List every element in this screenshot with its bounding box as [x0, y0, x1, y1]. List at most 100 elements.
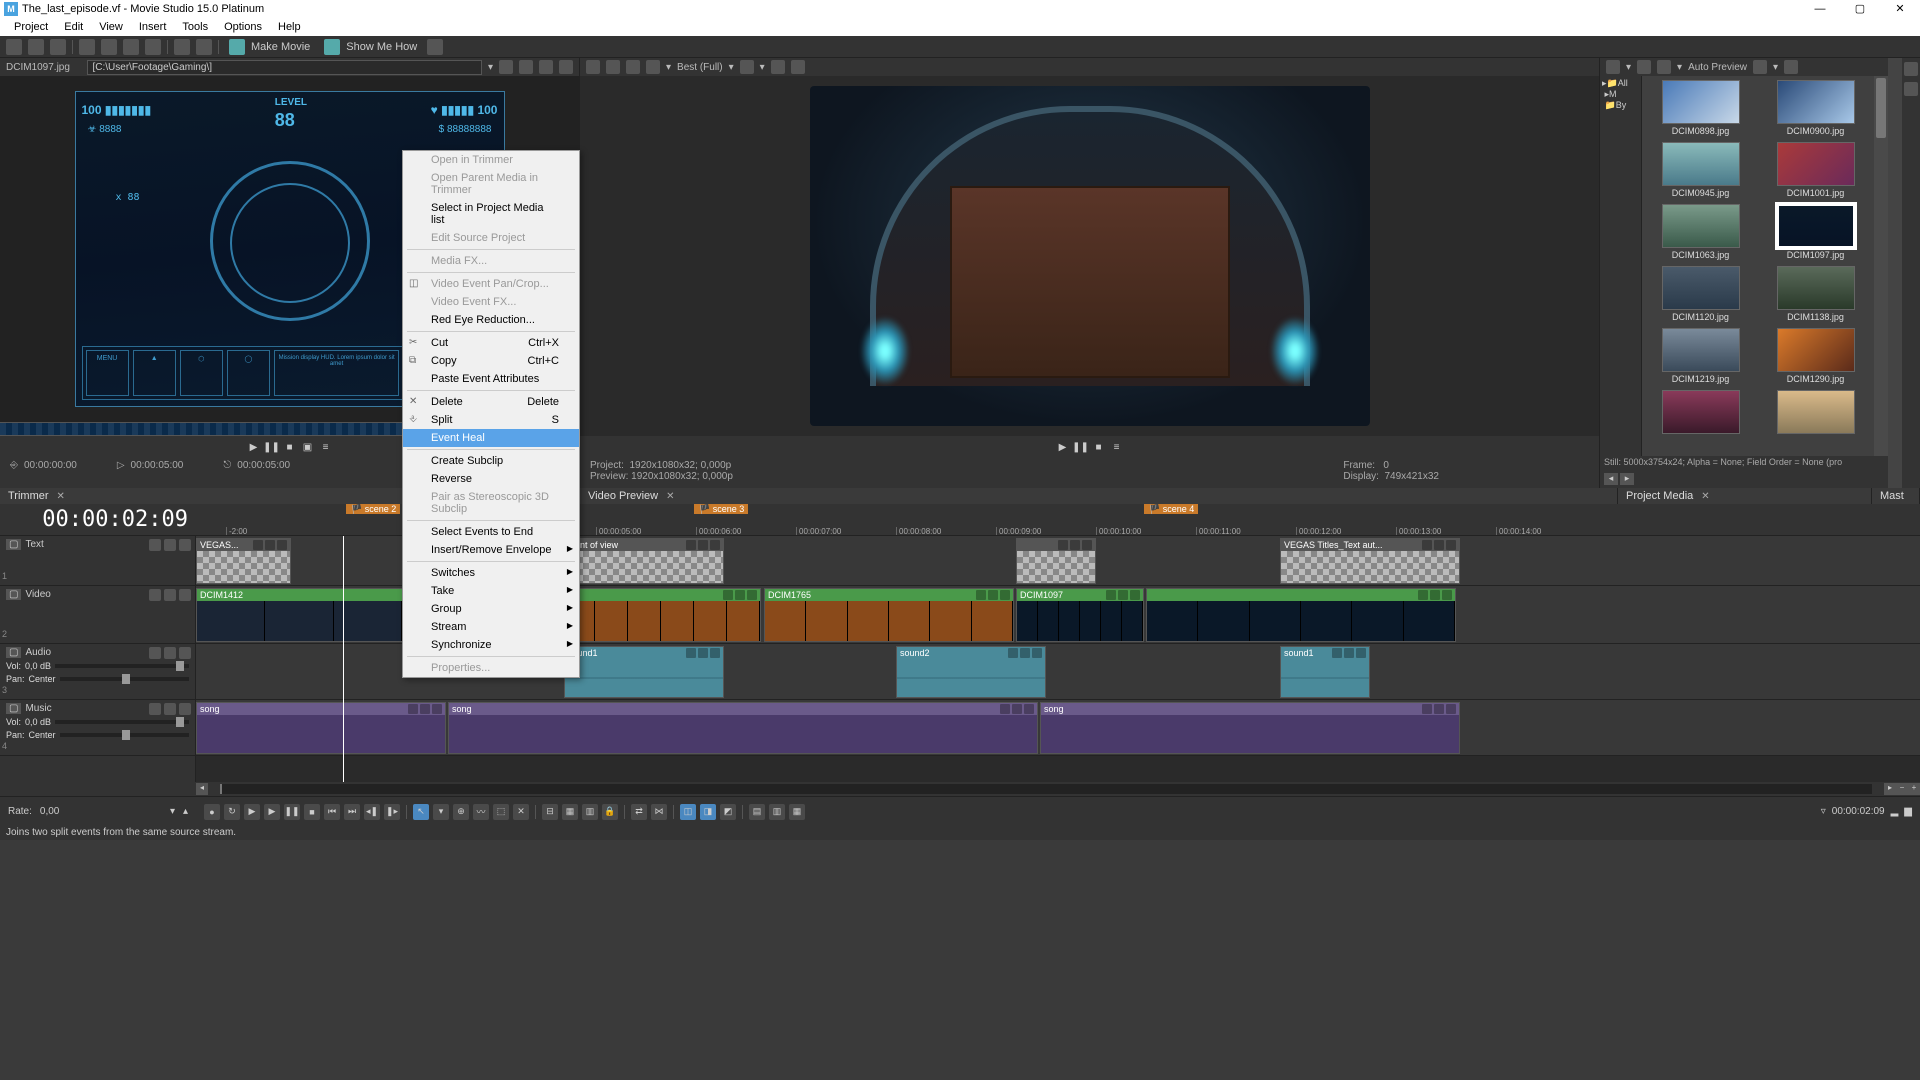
clip[interactable]: VEGAS Titles_Text aut...	[1280, 538, 1460, 584]
context-menu-item[interactable]: Select in Project Media list	[403, 199, 579, 229]
dropdown-icon[interactable]: ▾	[488, 62, 493, 73]
context-menu-item[interactable]: Stream▶	[403, 618, 579, 636]
context-menu-item[interactable]: Reverse	[403, 470, 579, 488]
solo-icon[interactable]	[179, 647, 191, 659]
mute-icon[interactable]	[164, 539, 176, 551]
media-item[interactable]: DCIM1120.jpg	[1646, 266, 1755, 322]
play-button[interactable]: ▶	[264, 804, 280, 820]
mode3-button[interactable]: ◩	[720, 804, 736, 820]
menu-insert[interactable]: Insert	[131, 21, 175, 33]
menu-button[interactable]: ≡	[319, 440, 333, 454]
play-button[interactable]: ▶	[247, 440, 261, 454]
media-item[interactable]: DCIM1219.jpg	[1646, 328, 1755, 384]
vp-settings-button[interactable]	[586, 60, 600, 74]
close-icon[interactable]: ✕	[1701, 491, 1709, 502]
clip[interactable]: song	[1040, 702, 1460, 754]
properties-button[interactable]	[79, 39, 95, 55]
menu-edit[interactable]: Edit	[56, 21, 91, 33]
record-button[interactable]: ●	[204, 804, 220, 820]
undo-button[interactable]	[174, 39, 190, 55]
envelope-tool[interactable]: 〰	[473, 804, 489, 820]
clip[interactable]: song	[448, 702, 1038, 754]
maximize-button[interactable]: ▢	[1840, 0, 1880, 18]
media-item[interactable]: DCIM1097.jpg	[1761, 204, 1870, 260]
cut-tool[interactable]: ✕	[513, 804, 529, 820]
menu-options[interactable]: Options	[216, 21, 270, 33]
context-menu-item[interactable]: Group▶	[403, 600, 579, 618]
media-item[interactable]	[1646, 390, 1755, 436]
track-header-audio[interactable]: ▢Audio Vol:0,0 dB Pan:Center 3	[0, 644, 195, 700]
fx-icon[interactable]	[149, 539, 161, 551]
vp-fx-button[interactable]	[626, 60, 640, 74]
mode1-button[interactable]: ◫	[680, 804, 696, 820]
media-item[interactable]: DCIM1290.jpg	[1761, 328, 1870, 384]
track-header-music[interactable]: ▢Music Vol:0,0 dB Pan:Center 4	[0, 700, 195, 756]
make-movie-button[interactable]: Make Movie	[225, 39, 314, 55]
vp-snapshot-button[interactable]	[791, 60, 805, 74]
menu-help[interactable]: Help	[270, 21, 309, 33]
media-prev-button[interactable]: ◂	[1604, 473, 1618, 485]
trimmer-pin-button[interactable]	[499, 60, 513, 74]
context-menu-item[interactable]: Red Eye Reduction...	[403, 311, 579, 329]
menu-tools[interactable]: Tools	[174, 21, 216, 33]
play-start-button[interactable]: ▶	[244, 804, 260, 820]
stop-button[interactable]: ■	[283, 440, 297, 454]
new-project-button[interactable]	[6, 39, 22, 55]
clip[interactable]: sound1	[564, 646, 724, 698]
context-menu-item[interactable]: ⎀SplitS	[403, 411, 579, 429]
vp-menu-button[interactable]: ≡	[1110, 440, 1124, 454]
context-menu-item[interactable]: ⧉CopyCtrl+C	[403, 352, 579, 370]
zoom-tool[interactable]: ⊕	[453, 804, 469, 820]
trimmer-more-button[interactable]	[559, 60, 573, 74]
fx-icon[interactable]	[149, 647, 161, 659]
clip[interactable]: sound2	[896, 646, 1046, 698]
solo-icon[interactable]	[179, 589, 191, 601]
media-remove-button[interactable]	[1637, 60, 1651, 74]
selection-tool[interactable]: ⬚	[493, 804, 509, 820]
snap-markers-button[interactable]: ▥	[582, 804, 598, 820]
quality-dropdown[interactable]: Best (Full)	[677, 62, 723, 73]
lock-button[interactable]: 🔒	[602, 804, 618, 820]
show-me-how-button[interactable]: Show Me How	[320, 39, 421, 55]
media-item[interactable]: DCIM0898.jpg	[1646, 80, 1755, 136]
minimize-button[interactable]: —	[1800, 0, 1840, 18]
track-header-text[interactable]: ▢Text 1	[0, 536, 195, 586]
video-preview-tab[interactable]: Video Preview✕	[580, 488, 1618, 504]
fx-icon[interactable]	[149, 703, 161, 715]
context-menu-item[interactable]: Switches▶	[403, 564, 579, 582]
media-item[interactable]: DCIM0945.jpg	[1646, 142, 1755, 198]
track-header-video[interactable]: ▢Video 2	[0, 586, 195, 644]
zoom-in-icon[interactable]: ▆	[1904, 806, 1912, 817]
rate-down-icon[interactable]: ▾	[170, 806, 175, 817]
media-item[interactable]: DCIM1001.jpg	[1761, 142, 1870, 198]
vp-split-button[interactable]	[646, 60, 660, 74]
save-button[interactable]	[50, 39, 66, 55]
media-item[interactable]: DCIM0900.jpg	[1761, 80, 1870, 136]
open-project-button[interactable]	[28, 39, 44, 55]
docker-strip-right[interactable]	[1888, 58, 1902, 488]
loop-button[interactable]: ▣	[301, 440, 315, 454]
clip[interactable]	[1016, 538, 1096, 584]
menu-project[interactable]: Project	[6, 21, 56, 33]
solo-icon[interactable]	[179, 703, 191, 715]
mute-icon[interactable]	[164, 703, 176, 715]
fx-icon[interactable]	[149, 589, 161, 601]
menu-view[interactable]: View	[91, 21, 131, 33]
layout1-button[interactable]: ▤	[749, 804, 765, 820]
context-menu-item[interactable]: Paste Event Attributes	[403, 370, 579, 388]
close-button[interactable]: ✕	[1880, 0, 1920, 18]
context-menu-item[interactable]: ✕DeleteDelete	[403, 393, 579, 411]
clip[interactable]	[1146, 588, 1456, 642]
media-item[interactable]	[1761, 390, 1870, 436]
context-menu-item[interactable]: ✂CutCtrl+X	[403, 334, 579, 352]
go-start-button[interactable]: ⏮	[324, 804, 340, 820]
mute-icon[interactable]	[164, 589, 176, 601]
auto-crossfade-button[interactable]: ⋈	[651, 804, 667, 820]
paste-button[interactable]	[145, 39, 161, 55]
context-menu-item[interactable]: Create Subclip	[403, 452, 579, 470]
solo-icon[interactable]	[179, 539, 191, 551]
cut-button[interactable]	[101, 39, 117, 55]
media-scrollbar[interactable]	[1874, 76, 1888, 456]
media-view-button[interactable]	[1753, 60, 1767, 74]
vp-play-button[interactable]: ▶	[1056, 440, 1070, 454]
